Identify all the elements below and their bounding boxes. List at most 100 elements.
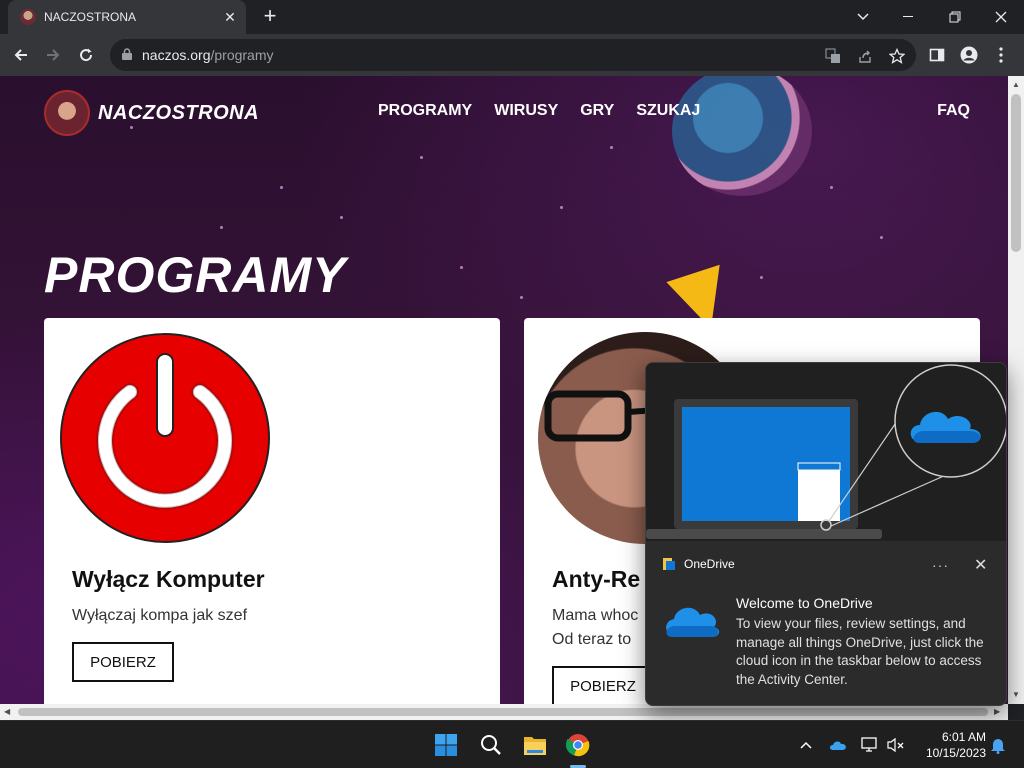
translate-icon[interactable] — [824, 47, 842, 65]
network-button[interactable] — [860, 735, 880, 755]
chevron-up-icon — [800, 741, 812, 749]
tab-naczostrona[interactable]: NACZOSTRONA ✕ — [8, 0, 246, 34]
new-tab-button[interactable]: + — [258, 5, 282, 29]
share-icon[interactable] — [856, 47, 874, 65]
star-decoration — [220, 226, 223, 229]
main-nav: PROGRAMY WIRUSY GRY SZUKAJ — [378, 102, 722, 120]
close-notification-icon[interactable]: ✕ — [974, 555, 987, 575]
windows-taskbar: 6:01 AM 10/15/2023 — [0, 720, 1024, 768]
avatar — [44, 90, 90, 136]
notification-body: To view your files, review settings, and… — [736, 616, 984, 687]
more-options-icon[interactable]: ··· — [932, 557, 949, 573]
close-icon — [995, 11, 1007, 23]
close-tab-icon[interactable]: ✕ — [222, 9, 238, 26]
start-button[interactable] — [432, 731, 460, 759]
nav-programy[interactable]: PROGRAMY — [378, 102, 472, 120]
nav-gry[interactable]: GRY — [580, 102, 614, 120]
close-window-button[interactable] — [978, 0, 1024, 34]
onedrive-illustration — [646, 363, 1006, 541]
card-title: Anty-Re — [552, 566, 641, 592]
site-brand-name: NACZOSTRONA — [98, 101, 260, 124]
star-decoration — [760, 276, 763, 279]
horizontal-scroll-thumb[interactable] — [18, 708, 988, 716]
star-decoration — [460, 266, 463, 269]
download-button[interactable]: POBIERZ — [72, 642, 174, 682]
profile-button[interactable] — [958, 44, 980, 66]
chrome-menu-button[interactable] — [990, 44, 1012, 66]
onedrive-app-icon — [663, 558, 675, 570]
tab-search-button[interactable] — [840, 0, 886, 34]
taskbar-clock[interactable]: 6:01 AM 10/15/2023 — [912, 729, 986, 761]
minimize-icon — [903, 16, 913, 17]
back-button[interactable] — [8, 42, 34, 68]
clock-time: 6:01 AM — [941, 730, 986, 744]
chrome-icon — [566, 734, 590, 757]
windows-logo-icon — [435, 734, 457, 756]
onedrive-cloud-icon — [830, 741, 846, 750]
nav-faq[interactable]: FAQ — [937, 102, 970, 120]
notifications-button[interactable] — [988, 735, 1008, 755]
scroll-down-icon[interactable]: ▼ — [1012, 690, 1020, 699]
address-bar[interactable]: naczos.org/programy — [110, 39, 916, 71]
planet-decoration — [672, 76, 812, 196]
back-arrow-icon — [14, 49, 27, 61]
nav-szukaj[interactable]: SZUKAJ — [636, 102, 700, 120]
card-description: Mama whoc Od teraz to — [552, 607, 639, 648]
chrome-taskbar-button[interactable] — [564, 731, 592, 759]
restore-icon — [949, 11, 961, 23]
site-brand-link[interactable]: NACZOSTRONA — [44, 90, 259, 136]
star-decoration — [280, 186, 283, 189]
show-hidden-icons-button[interactable] — [796, 735, 816, 755]
notification-heading: Welcome to OneDrive — [736, 595, 873, 611]
restore-button[interactable] — [932, 0, 978, 34]
kebab-menu-icon — [999, 47, 1003, 63]
chevron-down-icon — [857, 13, 869, 21]
star-decoration — [520, 296, 523, 299]
scroll-up-icon[interactable]: ▲ — [1012, 80, 1020, 89]
speaker-muted-icon — [887, 737, 904, 753]
power-thumbnail — [58, 332, 272, 544]
network-icon — [861, 737, 877, 752]
card-title: Wyłącz Komputer — [72, 566, 265, 592]
clock-date: 10/15/2023 — [925, 746, 986, 760]
folder-icon — [524, 737, 546, 755]
star-decoration — [880, 236, 883, 239]
scroll-right-icon[interactable]: ▶ — [994, 707, 1000, 716]
card-description: Wyłączaj kompa jak szef — [72, 607, 248, 624]
program-card: Wyłącz Komputer Wyłączaj kompa jak szef … — [44, 318, 500, 704]
tab-strip: NACZOSTRONA ✕ + — [0, 0, 1024, 34]
star-decoration — [560, 206, 563, 209]
star-decoration — [340, 216, 343, 219]
url-text: naczos.org/programy — [142, 47, 274, 63]
profile-icon — [960, 46, 978, 64]
vertical-scroll-thumb[interactable] — [1011, 94, 1021, 252]
onedrive-tray-button[interactable] — [828, 735, 848, 755]
horizontal-scrollbar[interactable]: ◀ ▶ — [0, 704, 1008, 720]
forward-button[interactable] — [40, 42, 66, 68]
forward-arrow-icon — [47, 49, 60, 61]
volume-button[interactable] — [886, 735, 906, 755]
reload-button[interactable] — [73, 42, 99, 68]
browser-toolbar: naczos.org/programy — [0, 34, 1024, 76]
page-title: PROGRAMY — [44, 247, 347, 303]
download-button[interactable]: POBIERZ — [552, 666, 654, 704]
onedrive-notification[interactable]: OneDrive ··· ✕ Welcome to OneDrive To vi… — [645, 362, 1007, 706]
star-decoration — [610, 146, 613, 149]
search-icon — [481, 735, 501, 755]
vertical-scrollbar[interactable]: ▲ ▼ — [1008, 76, 1024, 704]
minimize-button[interactable] — [886, 0, 932, 34]
notification-app-name: OneDrive — [684, 557, 735, 571]
lock-icon — [122, 48, 132, 60]
onedrive-cloud-icon — [666, 607, 720, 637]
scroll-left-icon[interactable]: ◀ — [4, 707, 10, 716]
file-explorer-button[interactable] — [521, 731, 549, 759]
bookmark-star-icon[interactable] — [888, 47, 906, 65]
side-panel-icon — [929, 48, 945, 62]
star-decoration — [830, 186, 833, 189]
notification-header: OneDrive — [662, 557, 735, 571]
power-icon — [60, 333, 270, 543]
search-button[interactable] — [477, 731, 505, 759]
nav-wirusy[interactable]: WIRUSY — [494, 102, 558, 120]
star-decoration — [420, 156, 423, 159]
side-panel-button[interactable] — [926, 44, 948, 66]
